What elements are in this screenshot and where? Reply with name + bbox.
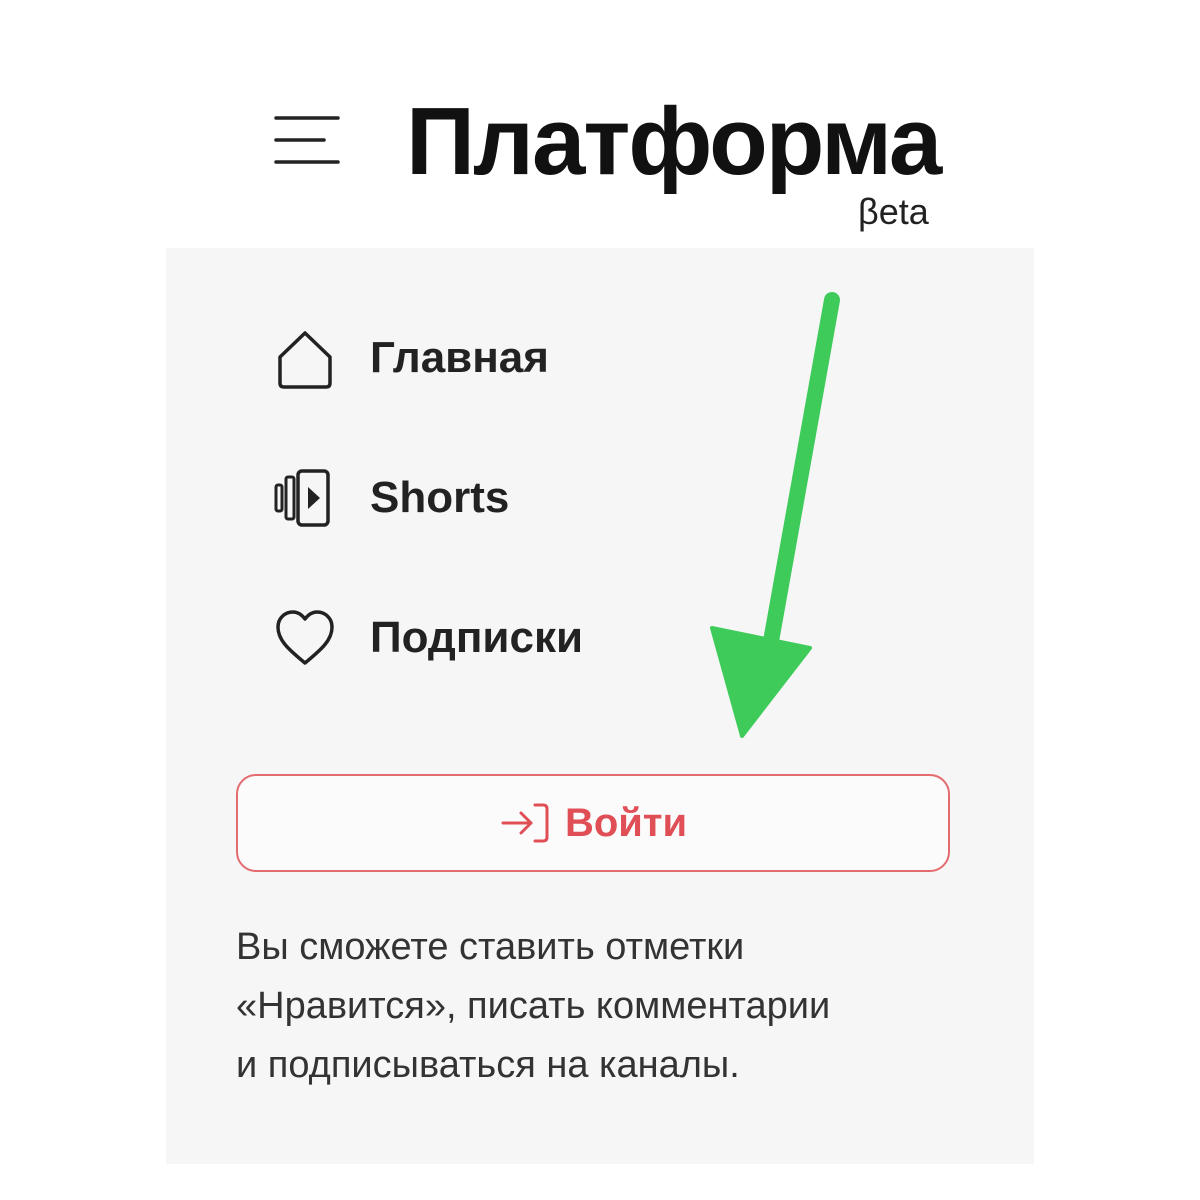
nav-item-home[interactable]: Главная	[270, 318, 790, 398]
hint-line: и подписываться на каналы.	[236, 1044, 740, 1086]
app-title: Платформа	[406, 88, 942, 195]
nav-label-subscriptions: Подписки	[370, 613, 584, 662]
hint-line: Вы сможете ставить отметки	[236, 926, 745, 968]
nav-label-home: Главная	[370, 333, 549, 382]
shorts-icon	[274, 469, 330, 527]
hint-line: «Нравится», писать комментарии	[236, 985, 831, 1027]
home-icon	[278, 331, 332, 389]
login-label: Войти	[564, 800, 688, 845]
nav-label-shorts: Shorts	[370, 473, 510, 522]
beta-badge: βeta	[858, 191, 929, 232]
nav-item-subscriptions[interactable]: Подписки	[270, 598, 790, 678]
nav-item-shorts[interactable]: Shorts	[270, 458, 790, 538]
heart-icon	[276, 610, 334, 665]
sidebar-menu: Главная Shorts Подписки Войти Вы сможете…	[166, 248, 1034, 1164]
app-logo[interactable]: Платформа βeta	[406, 82, 966, 232]
top-bar: Платформа βeta	[0, 0, 1200, 248]
hamburger-menu-icon[interactable]	[272, 112, 342, 168]
login-hint: Вы сможете ставить отметки «Нравится», п…	[236, 918, 976, 1095]
login-button[interactable]: Войти	[236, 774, 950, 872]
login-icon	[501, 803, 549, 843]
